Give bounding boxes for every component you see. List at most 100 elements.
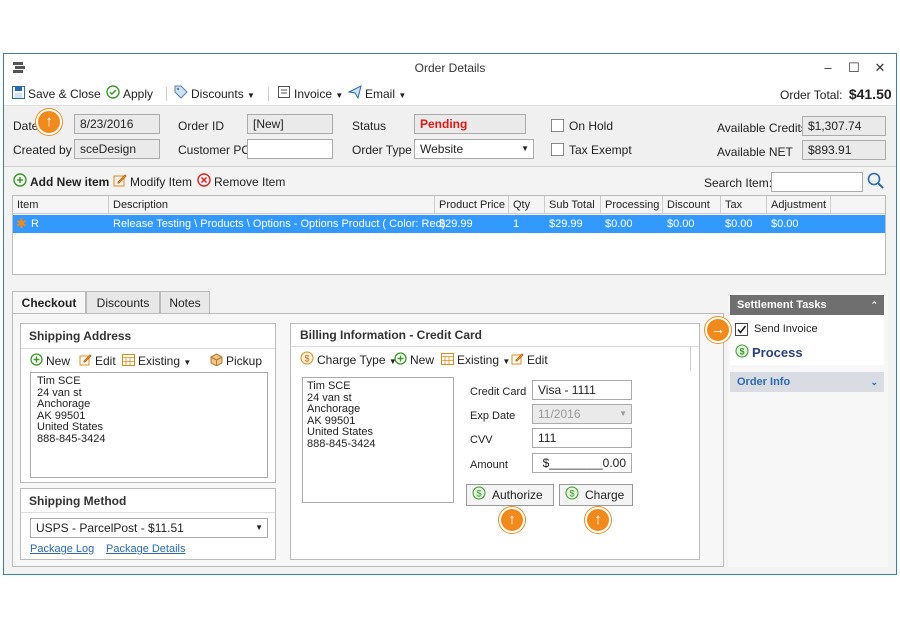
apply-button[interactable]: Apply xyxy=(106,85,153,103)
tab-checkout[interactable]: Checkout xyxy=(12,291,86,313)
title-bar: Order Details xyxy=(4,54,896,82)
cell-description: Release Testing \ Products \ Options - O… xyxy=(113,218,446,230)
pickup-label: Pickup xyxy=(226,354,263,368)
on-hold-checkbox[interactable] xyxy=(551,119,564,132)
invoice-dropdown[interactable]: Invoice ▼ xyxy=(277,85,343,103)
toolbar-divider xyxy=(268,87,269,101)
col-tax[interactable]: Tax xyxy=(721,196,767,214)
order-type-select[interactable]: Website ▼ xyxy=(414,139,534,159)
col-sub-total[interactable]: Sub Total xyxy=(545,196,601,214)
table-row[interactable]: ✱ R Release Testing \ Products \ Options… xyxy=(13,215,885,233)
created-by-field: sceDesign xyxy=(74,139,160,159)
tax-exempt-checkbox[interactable] xyxy=(551,143,564,156)
svg-text:$: $ xyxy=(739,347,744,357)
billing-address-text[interactable]: Tim SCE 24 van st Anchorage AK 99501 Uni… xyxy=(302,377,454,503)
calendar-icon xyxy=(441,352,454,370)
minimize-button[interactable]: – xyxy=(818,58,838,78)
cell-product-price: $29.99 xyxy=(439,218,473,230)
add-item-button[interactable]: Add New item xyxy=(13,173,109,191)
status-label: Status xyxy=(352,119,387,133)
items-grid: Item Description Product Price Qty Sub T… xyxy=(12,195,886,275)
chevron-down-icon: ▼ xyxy=(619,409,627,418)
search-item-label: Search Item: xyxy=(704,176,773,190)
discounts-label: Discounts xyxy=(191,87,244,101)
shipping-address-text[interactable]: Tim SCE 24 van st Anchorage AK 99501 Uni… xyxy=(30,372,268,478)
customer-po-input[interactable] xyxy=(247,139,333,159)
address-new-button[interactable]: New xyxy=(30,352,70,370)
order-info-header[interactable]: Order Info ⌄ xyxy=(730,372,884,392)
col-processing[interactable]: Processing xyxy=(601,196,663,214)
remove-circle-icon xyxy=(197,173,211,192)
exp-date-value: 11/2016 xyxy=(538,407,581,421)
amount-input[interactable]: $________0.00 xyxy=(532,453,632,473)
dollar-circle-icon: $ xyxy=(735,344,749,363)
address-edit-button[interactable]: Edit xyxy=(79,352,116,370)
cell-discount: $0.00 xyxy=(667,218,695,230)
col-discount[interactable]: Discount xyxy=(663,196,721,214)
cvv-input[interactable]: 111 xyxy=(532,428,632,448)
cell-tax: $0.00 xyxy=(725,218,753,230)
shipping-method-panel: Shipping Method USPS - ParcelPost - $11.… xyxy=(20,488,276,560)
package-details-link[interactable]: Package Details xyxy=(106,543,186,555)
chevron-down-icon: ▼ xyxy=(521,144,529,153)
col-qty[interactable]: Qty xyxy=(509,196,545,214)
order-total: Order Total: $41.50 xyxy=(780,85,892,103)
status-badge: Pending xyxy=(414,114,526,134)
save-icon xyxy=(12,85,25,104)
tab-discounts[interactable]: Discounts xyxy=(86,291,160,313)
address-line: Anchorage xyxy=(307,403,361,415)
exp-date-select[interactable]: 11/2016 ▼ xyxy=(532,404,632,424)
address-existing-dropdown[interactable]: Existing ▼ xyxy=(122,352,191,370)
cell-processing: $0.00 xyxy=(605,218,633,230)
credit-card-label: Credit Card xyxy=(470,386,527,398)
charge-type-dropdown[interactable]: $ Charge Type ▼ xyxy=(300,351,397,369)
tab-notes[interactable]: Notes xyxy=(160,291,210,313)
pencil-icon xyxy=(79,353,92,371)
close-button[interactable]: ✕ xyxy=(870,58,890,78)
svg-text:$: $ xyxy=(569,488,574,498)
address-line: Anchorage xyxy=(37,398,91,410)
shipping-method-select[interactable]: USPS - ParcelPost - $11.51 ▼ xyxy=(30,518,268,538)
grid-header: Item Description Product Price Qty Sub T… xyxy=(13,196,885,214)
divider xyxy=(21,512,275,513)
order-info-title: Order Info xyxy=(737,376,791,388)
process-button[interactable]: $ Process xyxy=(735,344,803,362)
col-adjustment[interactable]: Adjustment xyxy=(767,196,831,214)
search-item-input[interactable] xyxy=(771,172,863,192)
date-field[interactable]: 8/23/2016 xyxy=(74,114,160,134)
search-icon[interactable] xyxy=(867,172,885,193)
billing-new-label: New xyxy=(410,353,435,367)
billing-edit-label: Edit xyxy=(527,353,548,367)
maximize-button[interactable]: ☐ xyxy=(844,58,864,78)
credit-card-input[interactable]: Visa - 1111 xyxy=(532,380,632,400)
charge-button[interactable]: $ Charge xyxy=(559,484,633,506)
save-close-button[interactable]: Save & Close xyxy=(12,85,101,103)
remove-item-button[interactable]: Remove Item xyxy=(197,173,285,191)
send-invoice-checkbox[interactable] xyxy=(735,323,748,336)
col-product-price[interactable]: Product Price xyxy=(435,196,509,214)
chevron-down-icon: ▼ xyxy=(335,91,344,100)
col-description[interactable]: Description xyxy=(109,196,435,214)
modify-item-button[interactable]: Modify Item xyxy=(113,173,192,191)
chevron-down-icon: ▼ xyxy=(247,91,255,100)
billing-new-button[interactable]: New xyxy=(394,351,434,369)
charge-type-label: Charge Type xyxy=(317,353,386,367)
email-dropdown[interactable]: Email ▼ xyxy=(347,85,406,103)
col-item[interactable]: Item xyxy=(13,196,109,214)
authorize-button[interactable]: $ Authorize xyxy=(466,484,554,506)
toolbar-divider xyxy=(166,87,167,101)
charge-label: Charge xyxy=(585,488,625,502)
settlement-tasks-header[interactable]: Settlement Tasks ⌃ xyxy=(730,295,884,315)
discounts-dropdown[interactable]: Discounts ▼ xyxy=(174,85,255,103)
pencil-icon xyxy=(113,173,127,192)
settlement-tasks-title: Settlement Tasks xyxy=(737,299,827,311)
email-label: Email xyxy=(365,87,396,101)
cell-qty: 1 xyxy=(513,218,520,230)
billing-edit-button[interactable]: Edit xyxy=(511,351,548,369)
plus-circle-icon xyxy=(30,353,43,371)
pickup-button[interactable]: Pickup xyxy=(210,352,262,370)
invoice-icon xyxy=(277,85,291,104)
cvv-label: CVV xyxy=(470,434,493,446)
billing-existing-dropdown[interactable]: Existing ▼ xyxy=(441,351,510,369)
package-log-link[interactable]: Package Log xyxy=(30,543,94,555)
